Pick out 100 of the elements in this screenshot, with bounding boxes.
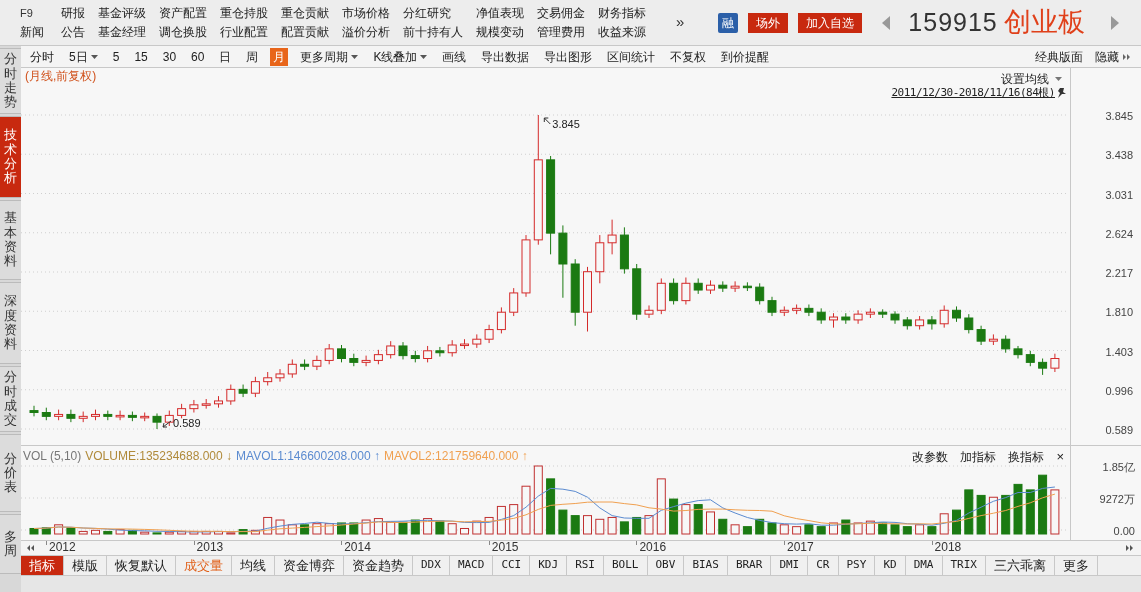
menu-item[interactable]: 资产配置: [159, 3, 207, 23]
period-tab[interactable]: 周: [243, 47, 262, 66]
double-arrow-icon: [1123, 53, 1131, 60]
candlestick: [250, 376, 260, 398]
margin-badge[interactable]: 融: [718, 12, 739, 33]
side-tab[interactable]: 深度资料: [0, 282, 21, 364]
candlestick: [1050, 353, 1060, 373]
candlestick: [66, 409, 76, 423]
side-tab[interactable]: 分时成交: [0, 366, 21, 432]
menu-item[interactable]: 市场价格: [342, 3, 390, 23]
scroll-left-icon[interactable]: [25, 545, 35, 551]
period-tab[interactable]: 区间统计: [604, 47, 659, 66]
moving-average-setting[interactable]: 设置均线: [1001, 70, 1062, 88]
menu-item[interactable]: 配置贡献: [281, 22, 329, 42]
volume-axis-label: 1.85亿: [1102, 460, 1135, 475]
menu-item[interactable]: 行业配置: [220, 22, 268, 42]
side-tab[interactable]: 分价表: [0, 434, 21, 512]
price-axis-label: 1.810: [1105, 305, 1133, 321]
menu-item[interactable]: 分红研究: [403, 3, 463, 23]
side-tab[interactable]: 多周: [0, 514, 21, 574]
action-button[interactable]: 场外: [748, 12, 789, 33]
menu-item[interactable]: 公告: [61, 22, 85, 42]
menu-item[interactable]: 规模变动: [476, 22, 524, 42]
indicator-action[interactable]: 换指标: [1008, 447, 1045, 466]
side-tab[interactable]: 技术分析: [0, 116, 21, 198]
menu-item[interactable]: 重仓持股: [220, 3, 268, 23]
candlestick: [189, 399, 199, 414]
close-button[interactable]: ×: [1056, 447, 1064, 467]
indicator-action[interactable]: 加指标: [960, 447, 997, 466]
price-axis-label: 0.996: [1105, 383, 1133, 399]
candlestick: [804, 304, 814, 317]
leader-line: [162, 420, 172, 428]
period-tab[interactable]: 60: [188, 47, 208, 66]
menu-item[interactable]: 交易佣金: [537, 3, 585, 23]
indicator-reading: VOLUME:135234688.000 ↓: [85, 448, 232, 465]
period-tab[interactable]: 5: [109, 47, 123, 66]
period-tab[interactable]: 日: [216, 47, 235, 66]
caret-icon: [1055, 77, 1062, 81]
candlestick: [755, 282, 765, 305]
period-tab[interactable]: 分时: [27, 47, 57, 66]
leader-line: [543, 117, 551, 125]
candlestick: [29, 405, 39, 417]
pin-icon[interactable]: [1057, 88, 1066, 99]
candlestick: [681, 277, 691, 305]
view-link[interactable]: 隐藏: [1095, 47, 1131, 66]
indicator-name: VOL (5,10): [23, 448, 82, 465]
security-code: 159915: [908, 6, 998, 38]
period-tab[interactable]: 5日: [66, 47, 101, 66]
indicator-tab[interactable]: 指标: [21, 556, 64, 575]
candlestick: [496, 306, 506, 334]
price-axis-label: 2.217: [1105, 266, 1133, 281]
action-button[interactable]: 加入自选: [798, 12, 863, 33]
candlestick: [275, 368, 285, 383]
menu-item[interactable]: 前十持有人: [403, 22, 463, 42]
menu-item[interactable]: 溢价分析: [342, 22, 390, 42]
indicator-reading: MAVOL1:146600208.000 ↑: [236, 448, 380, 465]
side-tab[interactable]: 分时走势: [0, 48, 21, 114]
menu-item[interactable]: 收益来源: [598, 22, 646, 42]
period-tab[interactable]: 30: [159, 47, 180, 66]
view-link[interactable]: 经典版面: [1035, 47, 1083, 66]
menu-item[interactable]: 新闻: [20, 22, 48, 42]
menu-item[interactable]: 调仓换股: [159, 22, 207, 42]
candlestick: [435, 346, 445, 358]
caret-icon: [90, 54, 98, 59]
side-tab[interactable]: 基本资料: [0, 200, 21, 280]
menu-item[interactable]: 重仓贡献: [281, 3, 329, 23]
year-label: 2015: [491, 540, 519, 555]
price-axis-label: 3.031: [1105, 187, 1133, 203]
year-label: 2013: [196, 540, 224, 555]
period-tab[interactable]: 到价提醒: [718, 47, 773, 66]
menu-item[interactable]: F9: [20, 3, 48, 23]
menu-item[interactable]: 管理费用: [537, 22, 585, 42]
menu-item[interactable]: 研报: [61, 3, 85, 23]
price-axis-label: 3.438: [1105, 148, 1133, 164]
period-tab[interactable]: K线叠加: [370, 47, 431, 66]
scroll-right-icon[interactable]: [1125, 545, 1135, 551]
period-tab[interactable]: 15: [131, 47, 151, 66]
year-label: 2014: [344, 540, 371, 555]
volume-axis-label: 9272万: [1099, 492, 1135, 507]
menu-item[interactable]: 净值表现: [476, 3, 524, 23]
candlestick: [152, 412, 162, 430]
period-tab[interactable]: 不复权: [667, 47, 710, 66]
period-tab[interactable]: 更多周期: [297, 47, 362, 66]
year-label: 2018: [934, 540, 962, 555]
menu-item[interactable]: 基金经理: [98, 22, 146, 42]
menu-item[interactable]: 基金评级: [98, 3, 146, 23]
candlestick: [484, 324, 494, 344]
more-menu-button[interactable]: »: [676, 11, 685, 34]
candlestick: [287, 358, 297, 379]
indicator-action[interactable]: 改参数: [912, 447, 949, 466]
period-tab[interactable]: 画线: [439, 47, 470, 66]
candlestick: [939, 304, 949, 329]
period-tab[interactable]: 导出数据: [478, 47, 533, 66]
year-label: 2012: [49, 540, 76, 555]
candlestick: [324, 343, 334, 365]
period-tab[interactable]: 导出图形: [541, 47, 596, 66]
date-range-link[interactable]: 2011/12/30-2018/11/16(84根): [891, 85, 1055, 102]
menu-item[interactable]: 财务指标: [598, 3, 646, 23]
price-axis-label: 3.845: [1105, 109, 1133, 124]
candlestick: [607, 219, 617, 255]
